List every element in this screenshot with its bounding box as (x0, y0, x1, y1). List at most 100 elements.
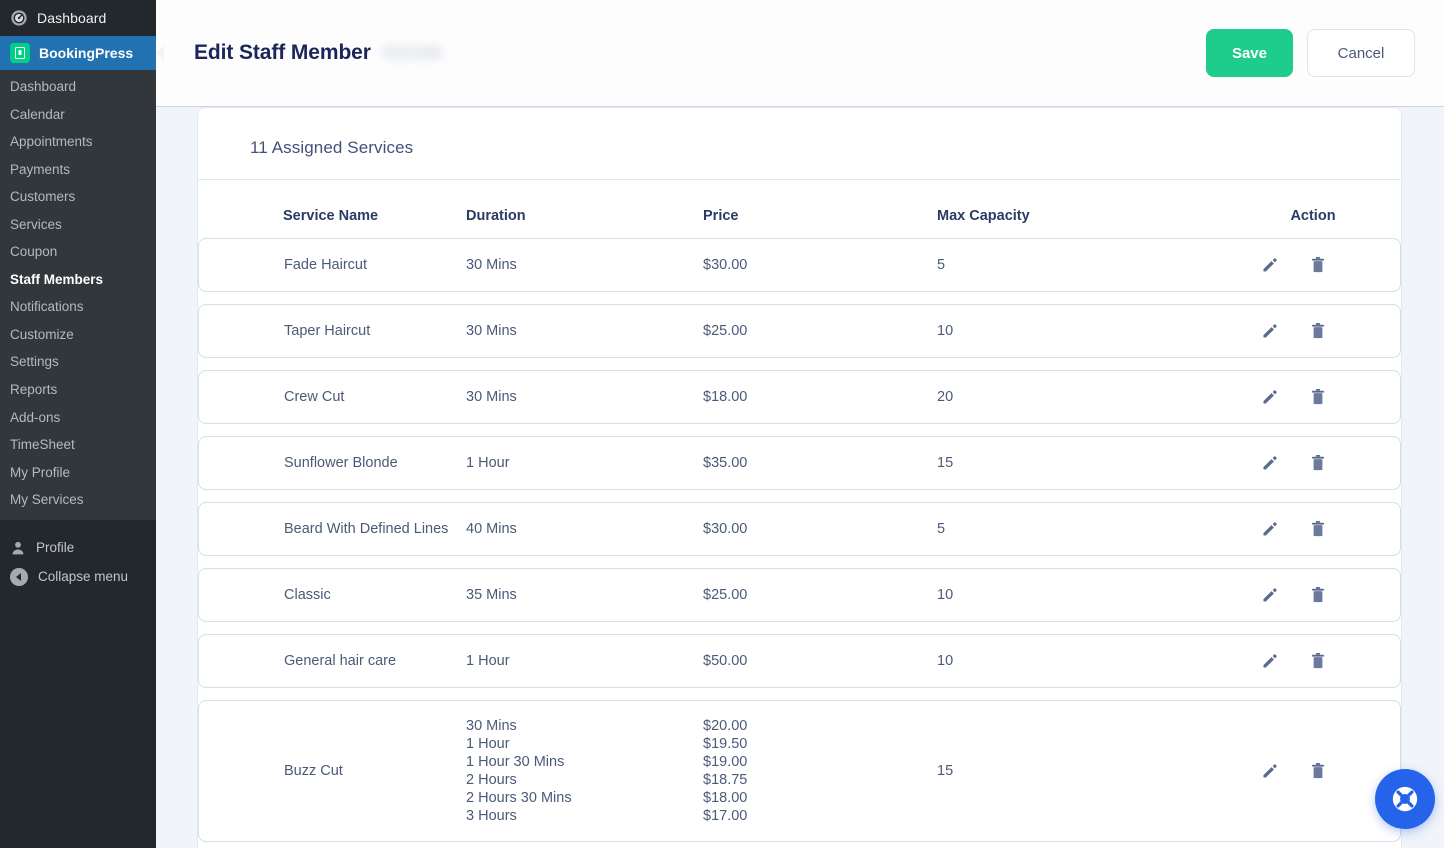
delete-service-button[interactable] (1308, 519, 1328, 539)
table-row[interactable]: Crew Cut 30 Mins $18.00 20 (198, 370, 1401, 424)
sidebar-item-dashboard[interactable]: Dashboard (0, 0, 156, 36)
sidebar-item-notifications[interactable]: Notifications (0, 293, 156, 321)
table-row[interactable]: Classic 35 Mins $25.00 10 (198, 568, 1401, 622)
sidebar-item-services[interactable]: Services (0, 211, 156, 239)
table-row[interactable]: Fade Haircut 30 Mins $30.00 5 (198, 238, 1401, 292)
assigned-services-card: 11 Assigned Services Service Name Durati… (197, 107, 1402, 848)
sidebar-item-customize[interactable]: Customize (0, 321, 156, 349)
column-header-action: Action (1290, 208, 1336, 224)
admin-page: Dashboard BookingPress Dashboard Calenda… (0, 0, 1444, 848)
column-header-max-capacity: Max Capacity (937, 208, 1030, 224)
sidebar-item-dashboard-sub[interactable]: Dashboard (0, 73, 156, 101)
delete-service-button[interactable] (1308, 453, 1328, 473)
pencil-edit-icon (1263, 455, 1277, 470)
sidebar-item-staff-members[interactable]: Staff Members (0, 266, 156, 294)
trash-delete-icon (1311, 323, 1324, 339)
row-spacer (198, 688, 1401, 700)
price-value: $19.50 (703, 736, 748, 752)
staff-name-redacted (382, 44, 441, 60)
row-spacer (198, 622, 1401, 634)
assigned-services-heading: 11 Assigned Services (250, 138, 414, 157)
cell-price: $35.00 (703, 436, 937, 490)
sidebar-item-payments[interactable]: Payments (0, 156, 156, 184)
delete-service-button[interactable] (1308, 255, 1328, 275)
price-value: $17.00 (703, 808, 748, 824)
header-actions: Save Cancel (1205, 29, 1415, 77)
sidebar-item-calendar[interactable]: Calendar (0, 101, 156, 129)
sidebar-item-label: Dashboard (37, 10, 107, 26)
cell-price: $30.00 (703, 502, 937, 556)
edit-service-button[interactable] (1260, 453, 1280, 473)
content-scroll-area[interactable]: 11 Assigned Services Service Name Durati… (156, 107, 1444, 848)
cell-service-name: Beard With Defined Lines (198, 502, 466, 556)
sidebar-item-appointments[interactable]: Appointments (0, 128, 156, 156)
cell-action (1225, 502, 1401, 556)
sidebar-item-settings[interactable]: Settings (0, 348, 156, 376)
delete-service-button[interactable] (1308, 585, 1328, 605)
cancel-button[interactable]: Cancel (1307, 29, 1415, 77)
edit-service-button[interactable] (1260, 387, 1280, 407)
person-icon (10, 540, 26, 556)
price-value: $18.00 (703, 790, 748, 806)
trash-delete-icon (1311, 521, 1324, 537)
duration-value: 30 Mins (466, 718, 517, 734)
pencil-edit-icon (1263, 323, 1277, 338)
cell-max-capacity: 10 (937, 634, 1225, 688)
support-button[interactable] (1375, 769, 1435, 829)
delete-service-button[interactable] (1308, 321, 1328, 341)
sidebar-item-reports[interactable]: Reports (0, 376, 156, 404)
sidebar-item-my-services[interactable]: My Services (0, 486, 156, 514)
cell-action (1225, 238, 1401, 292)
price-value: $18.75 (703, 772, 748, 788)
sidebar-item-profile[interactable]: Profile (0, 534, 156, 562)
table-row[interactable]: General hair care 1 Hour $50.00 10 (198, 634, 1401, 688)
trash-delete-icon (1311, 455, 1324, 471)
page-title-text: Edit Staff Member (194, 41, 371, 64)
cell-duration: 1 Hour (466, 634, 703, 688)
cell-action (1225, 700, 1401, 842)
cell-action (1225, 436, 1401, 490)
edit-service-button[interactable] (1260, 519, 1280, 539)
cell-max-capacity: 20 (937, 370, 1225, 424)
row-spacer (198, 490, 1401, 502)
sidebar-item-customers[interactable]: Customers (0, 183, 156, 211)
delete-service-button[interactable] (1308, 761, 1328, 781)
cell-duration: 40 Mins (466, 502, 703, 556)
delete-service-button[interactable] (1308, 651, 1328, 671)
cell-action (1225, 634, 1401, 688)
price-value: $19.00 (703, 754, 748, 770)
sidebar-item-label: BookingPress (39, 45, 134, 61)
duration-value: 2 Hours (466, 772, 517, 788)
pencil-edit-icon (1263, 389, 1277, 404)
lifebuoy-support-icon (1392, 786, 1418, 812)
sidebar-item-addons[interactable]: Add-ons (0, 404, 156, 432)
table-row[interactable]: Taper Haircut 30 Mins $25.00 10 (198, 304, 1401, 358)
row-actions (1225, 453, 1400, 473)
edit-service-button[interactable] (1260, 651, 1280, 671)
edit-service-button[interactable] (1260, 255, 1280, 275)
edit-service-button[interactable] (1260, 761, 1280, 781)
table-row[interactable]: Sunflower Blonde 1 Hour $35.00 15 (198, 436, 1401, 490)
collapse-menu-button[interactable]: Collapse menu (0, 562, 156, 592)
column-header-service-name: Service Name (283, 208, 379, 224)
sidebar-item-bookingpress[interactable]: BookingPress (0, 36, 164, 70)
table-row[interactable]: Beard With Defined Lines 40 Mins $30.00 5 (198, 502, 1401, 556)
collapse-menu-label: Collapse menu (38, 569, 129, 585)
sidebar-item-my-profile[interactable]: My Profile (0, 459, 156, 487)
row-actions (1225, 761, 1400, 781)
pencil-edit-icon (1263, 587, 1277, 602)
cell-service-name: Fade Haircut (198, 238, 466, 292)
edit-service-button[interactable] (1260, 585, 1280, 605)
edit-service-button[interactable] (1260, 321, 1280, 341)
delete-service-button[interactable] (1308, 387, 1328, 407)
save-button[interactable]: Save (1205, 29, 1293, 77)
table-row[interactable]: Buzz Cut 30 Mins 1 Hour 1 Hour 30 Mins 2 Hou… (198, 700, 1401, 842)
sidebar-item-timesheet[interactable]: TimeSheet (0, 431, 156, 459)
card-header: 11 Assigned Services (198, 108, 1401, 180)
page-header: Edit Staff Member Save Cancel (156, 0, 1444, 107)
cell-duration: 35 Mins (466, 568, 703, 622)
cell-max-capacity: 10 (937, 568, 1225, 622)
pencil-edit-icon (1263, 763, 1277, 778)
cell-price: $25.00 (703, 568, 937, 622)
sidebar-item-coupon[interactable]: Coupon (0, 238, 156, 266)
